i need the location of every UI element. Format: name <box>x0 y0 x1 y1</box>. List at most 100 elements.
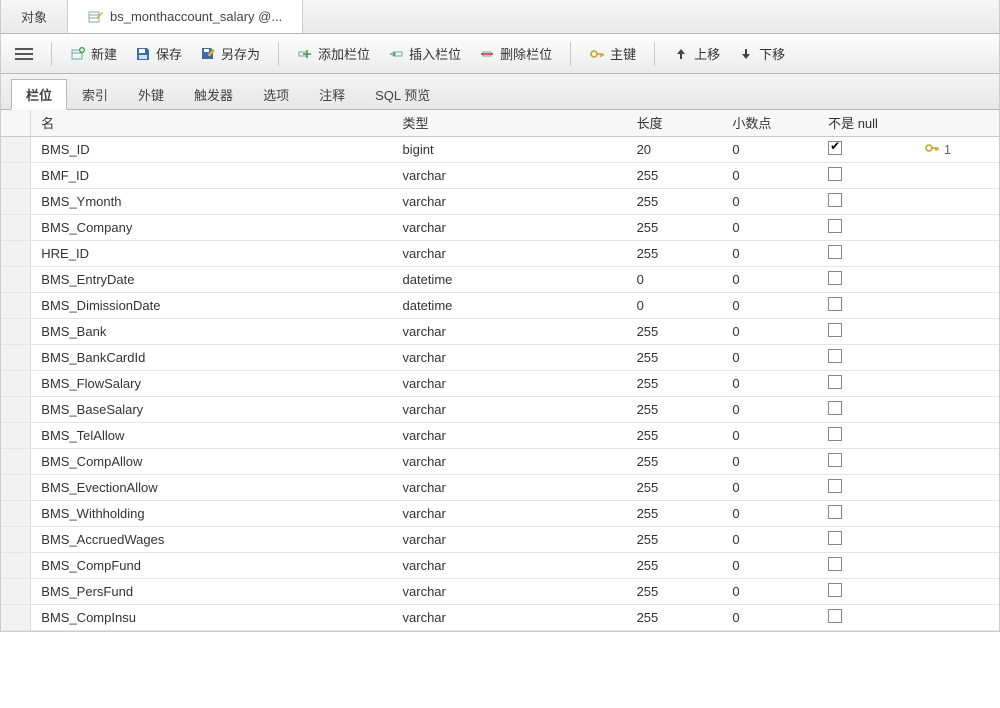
cell-decimals[interactable]: 0 <box>722 578 818 604</box>
cell-name[interactable]: BMS_BankCardId <box>31 344 393 370</box>
cell-decimals[interactable]: 0 <box>722 136 818 162</box>
table-row[interactable]: BMS_Bankvarchar2550 <box>1 318 999 344</box>
cell-length[interactable]: 255 <box>627 500 723 526</box>
table-row[interactable]: BMS_BaseSalaryvarchar2550 <box>1 396 999 422</box>
col-header-decimals[interactable]: 小数点 <box>722 110 818 136</box>
cell-notnull[interactable] <box>818 370 914 396</box>
cell-notnull[interactable] <box>818 396 914 422</box>
new-button[interactable]: 新建 <box>64 41 123 66</box>
cell-type[interactable]: varchar <box>393 448 627 474</box>
save-button[interactable]: 保存 <box>129 41 188 66</box>
cell-decimals[interactable]: 0 <box>722 604 818 630</box>
tab-options[interactable]: 选项 <box>248 79 304 110</box>
cell-notnull[interactable] <box>818 162 914 188</box>
move-down-button[interactable]: 下移 <box>732 41 791 66</box>
checkbox-icon[interactable] <box>828 531 842 545</box>
table-row[interactable]: BMS_TelAllowvarchar2550 <box>1 422 999 448</box>
cell-length[interactable]: 0 <box>627 292 723 318</box>
insert-field-button[interactable]: 插入栏位 <box>382 41 467 66</box>
checkbox-icon[interactable] <box>828 583 842 597</box>
cell-length[interactable]: 255 <box>627 188 723 214</box>
checkbox-icon[interactable] <box>828 349 842 363</box>
cell-name[interactable]: BMF_ID <box>31 162 393 188</box>
cell-length[interactable]: 255 <box>627 344 723 370</box>
save-as-button[interactable]: 另存为 <box>194 41 266 66</box>
cell-type[interactable]: varchar <box>393 578 627 604</box>
cell-notnull[interactable] <box>818 214 914 240</box>
cell-decimals[interactable]: 0 <box>722 266 818 292</box>
cell-length[interactable]: 255 <box>627 162 723 188</box>
cell-decimals[interactable]: 0 <box>722 370 818 396</box>
cell-decimals[interactable]: 0 <box>722 526 818 552</box>
cell-name[interactable]: HRE_ID <box>31 240 393 266</box>
cell-notnull[interactable] <box>818 240 914 266</box>
checkbox-icon[interactable] <box>828 297 842 311</box>
cell-type[interactable]: varchar <box>393 552 627 578</box>
move-up-button[interactable]: 上移 <box>667 41 726 66</box>
cell-notnull[interactable] <box>818 344 914 370</box>
cell-notnull[interactable] <box>818 474 914 500</box>
table-row[interactable]: BMS_FlowSalaryvarchar2550 <box>1 370 999 396</box>
cell-name[interactable]: BMS_FlowSalary <box>31 370 393 396</box>
checkbox-icon[interactable] <box>828 271 842 285</box>
table-row[interactable]: BMS_IDbigint2001 <box>1 136 999 162</box>
cell-length[interactable]: 255 <box>627 370 723 396</box>
cell-length[interactable]: 255 <box>627 604 723 630</box>
checkbox-icon[interactable] <box>828 609 842 623</box>
table-row[interactable]: BMS_EvectionAllowvarchar2550 <box>1 474 999 500</box>
cell-type[interactable]: varchar <box>393 422 627 448</box>
cell-notnull[interactable] <box>818 136 914 162</box>
col-header-length[interactable]: 长度 <box>627 110 723 136</box>
cell-length[interactable]: 255 <box>627 214 723 240</box>
checkbox-icon[interactable] <box>828 375 842 389</box>
cell-decimals[interactable]: 0 <box>722 500 818 526</box>
checkbox-icon[interactable] <box>828 219 842 233</box>
cell-length[interactable]: 255 <box>627 552 723 578</box>
cell-name[interactable]: BMS_DimissionDate <box>31 292 393 318</box>
cell-name[interactable]: BMS_ID <box>31 136 393 162</box>
cell-type[interactable]: varchar <box>393 526 627 552</box>
checkbox-icon[interactable] <box>828 427 842 441</box>
cell-notnull[interactable] <box>818 266 914 292</box>
table-row[interactable]: BMS_BankCardIdvarchar2550 <box>1 344 999 370</box>
primary-key-button[interactable]: 主键 <box>583 41 642 66</box>
checkbox-icon[interactable] <box>828 193 842 207</box>
cell-type[interactable]: varchar <box>393 240 627 266</box>
checkbox-icon[interactable] <box>828 167 842 181</box>
cell-decimals[interactable]: 0 <box>722 448 818 474</box>
tab-fields[interactable]: 栏位 <box>11 79 67 110</box>
cell-length[interactable]: 255 <box>627 474 723 500</box>
cell-decimals[interactable]: 0 <box>722 474 818 500</box>
table-row[interactable]: BMS_DimissionDatedatetime00 <box>1 292 999 318</box>
checkbox-icon[interactable] <box>828 557 842 571</box>
cell-length[interactable]: 255 <box>627 422 723 448</box>
cell-type[interactable]: datetime <box>393 266 627 292</box>
table-row[interactable]: BMS_Ymonthvarchar2550 <box>1 188 999 214</box>
cell-notnull[interactable] <box>818 188 914 214</box>
cell-decimals[interactable]: 0 <box>722 396 818 422</box>
cell-name[interactable]: BMS_EvectionAllow <box>31 474 393 500</box>
cell-type[interactable]: varchar <box>393 188 627 214</box>
tab-comment[interactable]: 注释 <box>304 79 360 110</box>
checkbox-icon[interactable] <box>828 141 842 155</box>
checkbox-icon[interactable] <box>828 401 842 415</box>
cell-notnull[interactable] <box>818 422 914 448</box>
cell-notnull[interactable] <box>818 292 914 318</box>
cell-name[interactable]: BMS_TelAllow <box>31 422 393 448</box>
cell-type[interactable]: varchar <box>393 214 627 240</box>
cell-type[interactable]: varchar <box>393 344 627 370</box>
tab-sql-preview[interactable]: SQL 预览 <box>360 79 445 110</box>
cell-length[interactable]: 255 <box>627 396 723 422</box>
tab-indexes[interactable]: 索引 <box>67 79 123 110</box>
table-row[interactable]: BMS_PersFundvarchar2550 <box>1 578 999 604</box>
cell-name[interactable]: BMS_CompAllow <box>31 448 393 474</box>
cell-length[interactable]: 255 <box>627 318 723 344</box>
cell-length[interactable]: 255 <box>627 578 723 604</box>
cell-decimals[interactable]: 0 <box>722 344 818 370</box>
cell-decimals[interactable]: 0 <box>722 318 818 344</box>
cell-name[interactable]: BMS_PersFund <box>31 578 393 604</box>
cell-name[interactable]: BMS_EntryDate <box>31 266 393 292</box>
cell-name[interactable]: BMS_Company <box>31 214 393 240</box>
cell-decimals[interactable]: 0 <box>722 292 818 318</box>
checkbox-icon[interactable] <box>828 505 842 519</box>
